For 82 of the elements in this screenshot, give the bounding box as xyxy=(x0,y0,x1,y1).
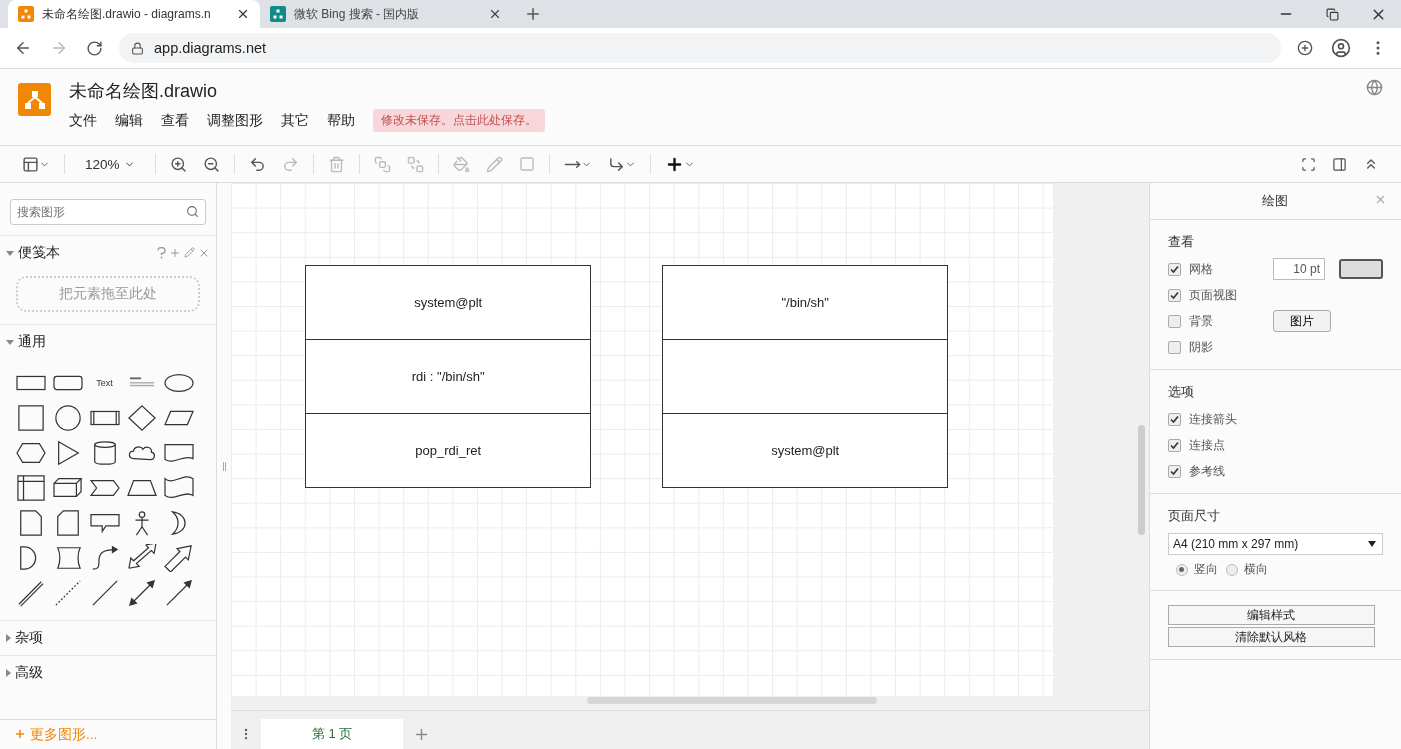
menu-item[interactable]: 查看 xyxy=(161,111,197,130)
reload-icon[interactable] xyxy=(86,39,103,57)
section-title: 查看 xyxy=(1168,234,1195,251)
option-label: 连接点 xyxy=(1189,436,1226,454)
grip-icon[interactable] xyxy=(222,461,226,471)
radio-label: 横向 xyxy=(1244,561,1268,578)
scrollbar[interactable] xyxy=(587,697,878,704)
checkbox[interactable] xyxy=(1168,288,1181,302)
panel-button[interactable]: 编辑样式 xyxy=(1168,605,1375,625)
stack-cell[interactable]: system@plt xyxy=(663,413,948,487)
menu-item[interactable]: 文件 xyxy=(69,111,105,130)
checkbox[interactable] xyxy=(1168,262,1181,276)
menu-item[interactable]: 帮助 xyxy=(327,111,363,130)
page-tab[interactable]: 第 1 页 xyxy=(261,719,404,749)
stack-cell[interactable]: "/bin/sh" xyxy=(663,266,948,339)
checkbox[interactable] xyxy=(1168,438,1181,452)
menu-item[interactable]: 编辑 xyxy=(115,111,151,130)
help-icon[interactable] xyxy=(157,247,167,259)
lock-icon xyxy=(131,41,144,55)
app-logo-icon xyxy=(18,83,51,116)
checkbox[interactable] xyxy=(1168,340,1181,354)
stack-cell[interactable]: pop_rdi_ret xyxy=(306,413,591,487)
radio-button[interactable] xyxy=(1176,563,1188,576)
section-header[interactable]: 杂项 xyxy=(0,620,217,655)
undo-icon[interactable] xyxy=(248,155,266,173)
close-icon[interactable] xyxy=(236,7,250,21)
stack-shape[interactable]: system@plt rdi : "/bin/sh" pop_rdi_ret xyxy=(305,265,592,488)
section-header[interactable]: 便笺本 xyxy=(0,235,217,270)
option-label: 参考线 xyxy=(1189,462,1226,480)
section-header[interactable]: 高级 xyxy=(0,655,217,690)
text-shape[interactable]: Text xyxy=(96,377,113,388)
drop-zone: 把元素拖至此处 xyxy=(16,276,201,312)
page-size-select[interactable]: A4 (210 mm x 297 mm) xyxy=(1168,533,1383,555)
option-label: 连接箭头 xyxy=(1189,410,1238,428)
search-field[interactable]: 搜索图形 xyxy=(10,199,207,225)
option-label: 网格 xyxy=(1189,260,1214,278)
dropdown-arrow-icon[interactable] xyxy=(1368,541,1376,547)
radio-label: 竖向 xyxy=(1194,561,1218,578)
scrollbar[interactable] xyxy=(1138,425,1145,535)
section-header[interactable]: 通用 xyxy=(0,324,217,359)
restore-icon[interactable] xyxy=(1325,7,1339,21)
menu-item[interactable]: 其它 xyxy=(281,111,317,130)
checkbox[interactable] xyxy=(1168,412,1181,426)
tab-logo-icon xyxy=(18,6,34,22)
option-label: 阴影 xyxy=(1189,338,1214,356)
checkbox[interactable] xyxy=(1168,314,1181,328)
search-icon[interactable] xyxy=(186,205,200,218)
panel-title: 绘图 xyxy=(1262,192,1289,210)
section-title: 选项 xyxy=(1168,384,1195,401)
panel-icon[interactable] xyxy=(1332,156,1347,172)
grid-color-swatch[interactable] xyxy=(1339,259,1383,279)
address-bar[interactable]: app.diagrams.net xyxy=(119,33,1281,63)
fullscreen-icon[interactable] xyxy=(1301,156,1316,172)
section-title: 页面尺寸 xyxy=(1168,508,1221,525)
new-tab-icon[interactable] xyxy=(524,5,542,23)
browser-tab[interactable]: 未命名绘图.drawio - diagrams.n xyxy=(8,0,260,28)
unsaved-notice[interactable]: 修改未保存。点击此处保存。 xyxy=(373,109,545,132)
close-icon[interactable] xyxy=(488,7,502,21)
image-button[interactable]: 图片 xyxy=(1273,310,1331,332)
url-text: app.diagrams.net xyxy=(154,40,267,56)
zoom-dropdown[interactable]: 120% xyxy=(77,156,143,172)
option-label: 背景 xyxy=(1189,312,1214,330)
grid-size-field[interactable]: 10 pt xyxy=(1273,258,1325,280)
checkbox[interactable] xyxy=(1168,464,1181,478)
browser-tab[interactable]: 微软 Bing 搜索 - 国内版 xyxy=(260,0,512,28)
elbow-arrow-icon[interactable] xyxy=(607,155,625,173)
zoom-out-icon[interactable] xyxy=(202,155,220,173)
stack-cell[interactable]: rdi : "/bin/sh" xyxy=(306,339,591,413)
profile-icon[interactable] xyxy=(1331,38,1351,58)
language-icon[interactable] xyxy=(1366,79,1383,96)
radio-button[interactable] xyxy=(1226,563,1238,576)
tab-logo-icon xyxy=(270,6,286,22)
zoom-in-icon[interactable] xyxy=(169,155,187,173)
document-title[interactable]: 未命名绘图.drawio xyxy=(69,79,1348,103)
option-label: 页面视图 xyxy=(1189,286,1238,304)
stack-cell[interactable]: system@plt xyxy=(306,266,591,339)
panel-button[interactable]: 清除默认风格 xyxy=(1168,627,1375,647)
menu-item[interactable]: 调整图形 xyxy=(207,111,271,130)
back-icon[interactable] xyxy=(14,39,32,57)
stack-shape[interactable]: "/bin/sh" system@plt xyxy=(662,265,949,488)
add-icon[interactable] xyxy=(1297,40,1313,56)
layout-icon[interactable] xyxy=(22,155,39,173)
